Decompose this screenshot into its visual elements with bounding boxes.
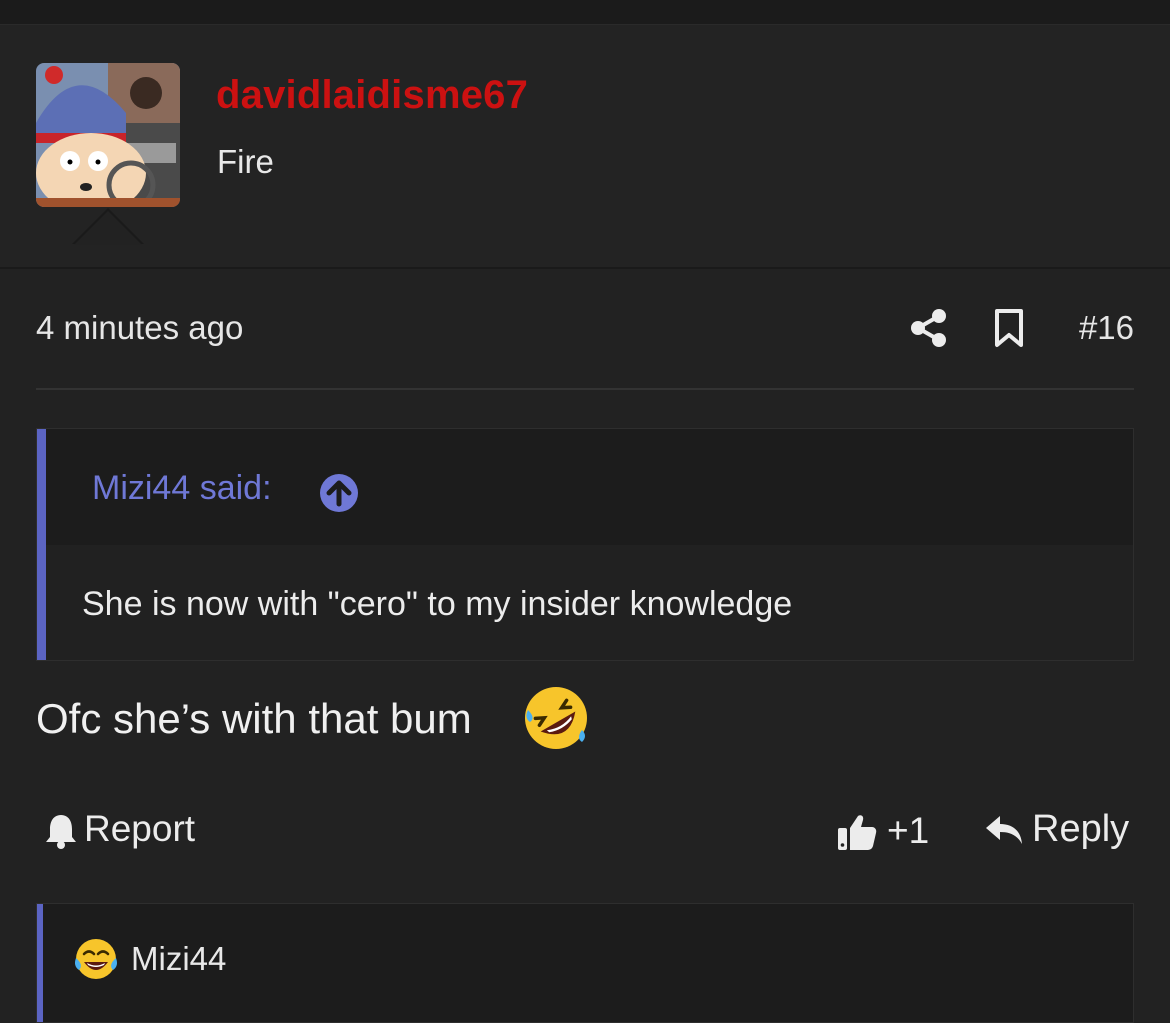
reactions-bar[interactable]: Mizi44 (36, 903, 1134, 1023)
avatar-image (36, 63, 180, 207)
header-pointer-fill (74, 211, 142, 245)
reply-button[interactable]: Reply (1032, 808, 1129, 851)
quote-header: Mizi44 said: (46, 429, 1133, 545)
post-message: Ofc she’s with that bum (36, 695, 472, 742)
reactions-accent-bar (37, 904, 43, 1022)
post-number-link[interactable]: #16 (1079, 309, 1134, 347)
post-timestamp-link[interactable]: 4 minutes ago (36, 309, 243, 347)
bookmark-icon[interactable] (994, 308, 1024, 348)
reply-arrow-icon[interactable] (984, 812, 1024, 848)
quote-accent-bar (37, 429, 46, 660)
quote-text: She is now with "cero" to my insider kno… (82, 585, 793, 623)
avatar[interactable] (36, 63, 180, 207)
report-button[interactable]: Report (84, 808, 195, 850)
like-count[interactable]: +1 (887, 810, 929, 852)
user-title: Fire (217, 143, 274, 180)
quote-block: Mizi44 said: She is now with "cero" to m… (36, 428, 1134, 661)
share-icon[interactable] (910, 308, 948, 348)
post-meta-row: 4 minutes ago #16 (36, 300, 1134, 360)
post-user-header: davidlaidisme67 Fire (0, 25, 1170, 269)
quote-author-link[interactable]: Mizi44 said: (92, 469, 272, 508)
quote-body: She is now with "cero" to my insider kno… (46, 545, 1133, 660)
top-bar (0, 0, 1170, 25)
arrow-up-circle-icon[interactable] (320, 474, 358, 512)
bell-icon[interactable] (44, 812, 78, 850)
tears-of-joy-emoji-icon (73, 936, 119, 982)
rofl-emoji-icon (522, 684, 590, 752)
thumbs-up-icon[interactable] (836, 812, 878, 852)
divider (36, 388, 1134, 390)
reaction-user-link[interactable]: Mizi44 (131, 940, 226, 978)
username-link[interactable]: davidlaidisme67 (216, 73, 528, 118)
